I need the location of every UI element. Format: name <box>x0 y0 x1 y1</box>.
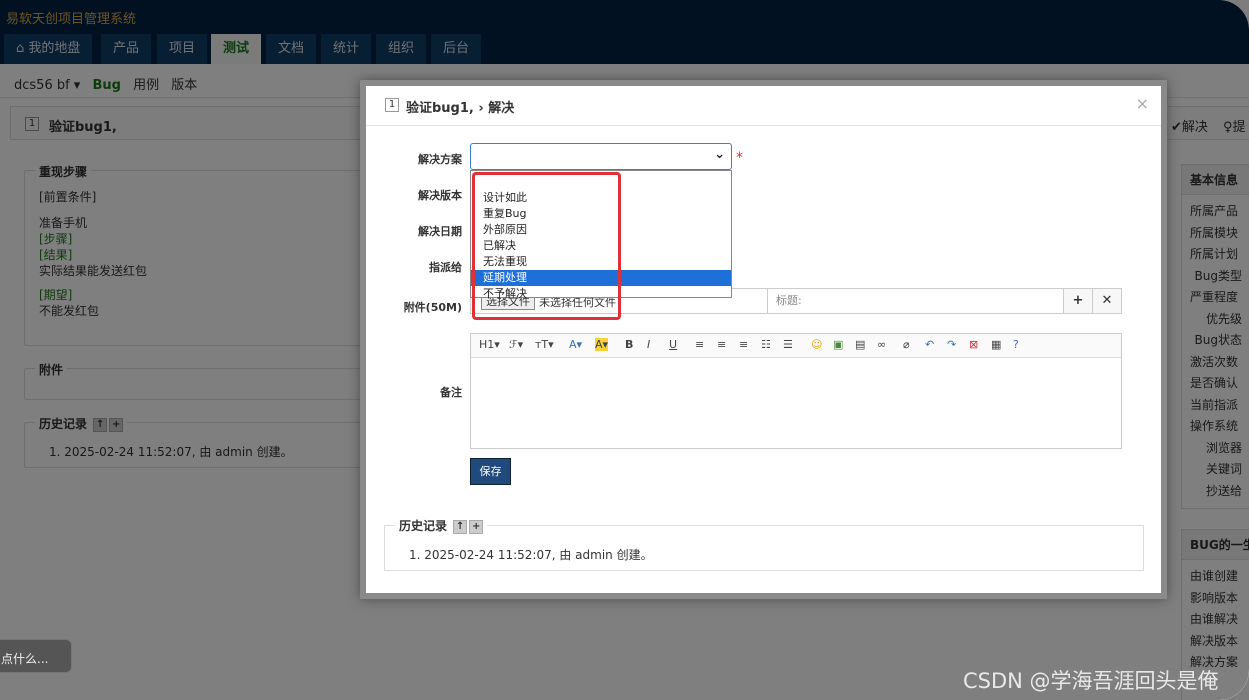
required-mark: * <box>736 150 743 166</box>
chevron-down-icon: ⌄ <box>714 147 725 162</box>
close-icon[interactable]: × <box>1136 94 1149 113</box>
italic-icon[interactable]: I <box>647 338 650 351</box>
align-left-icon[interactable]: ≡ <box>695 338 704 351</box>
font-size-icon[interactable]: ᴛT▾ <box>535 338 554 351</box>
solution-select[interactable]: ⌄ <box>470 143 732 170</box>
build-label: 解决版本 <box>418 189 462 202</box>
heading-icon[interactable]: H1▾ <box>479 338 500 351</box>
bullet-list-icon[interactable]: ☰ <box>783 338 793 351</box>
font-color-icon[interactable]: A▾ <box>569 338 582 351</box>
save-button[interactable]: 保存 <box>470 458 511 485</box>
bold-icon[interactable]: B <box>625 338 633 351</box>
remove-file-button[interactable]: ✕ <box>1092 289 1121 313</box>
align-right-icon[interactable]: ≡ <box>739 338 748 351</box>
template-icon[interactable]: ▦ <box>991 338 1001 351</box>
link-icon[interactable]: ∞ <box>877 338 886 351</box>
add-file-button[interactable]: + <box>1063 289 1092 313</box>
redo-icon[interactable]: ↷ <box>947 338 956 351</box>
dialog-history-item: 1. 2025-02-24 11:52:07, 由 admin 创建。 <box>409 548 653 562</box>
assign-label: 指派给 <box>429 261 462 274</box>
solution-label: 解决方案 <box>418 153 462 166</box>
underline-icon[interactable]: U <box>669 338 677 351</box>
resolve-dialog: 1 验证bug1, › 解决 × 解决方案 ⌄ * 设计如此 重复Bug 外部原… <box>360 80 1167 599</box>
highlight-icon[interactable]: A▾ <box>595 338 609 351</box>
code-icon[interactable]: ▤ <box>855 338 865 351</box>
highlight-annotation <box>472 172 621 320</box>
chat-toast[interactable]: 点什么... <box>0 639 72 673</box>
plus-icon[interactable]: + <box>469 519 484 534</box>
watermark: CSDN @学海吾涯回头是俺 <box>963 669 1219 693</box>
undo-icon[interactable]: ↶ <box>925 338 934 351</box>
dialog-history-legend: 历史记录 ↑ + <box>395 517 488 534</box>
files-label: 附件(50M) <box>403 301 462 314</box>
dialog-id-badge: 1 <box>385 98 399 112</box>
ordered-list-icon[interactable]: ☷ <box>761 338 771 351</box>
font-family-icon[interactable]: ℱ▾ <box>509 338 523 351</box>
image-icon[interactable]: ▣ <box>833 338 843 351</box>
eraser-icon[interactable]: ⌀ <box>903 338 910 351</box>
comment-editor[interactable]: H1▾ ℱ▾ ᴛT▾ A▾ A▾ B I U ≡ ≡ ≡ ☷ ☰ ☺ ▣ ▤ ∞… <box>470 333 1122 449</box>
dialog-header: 1 验证bug1, › 解决 × <box>366 86 1161 126</box>
comment-label: 备注 <box>440 386 462 399</box>
dialog-title: 验证bug1, › 解决 <box>406 101 515 116</box>
dialog-history: 历史记录 ↑ + 1. 2025-02-24 11:52:07, 由 admin … <box>384 517 1144 571</box>
editor-toolbar: H1▾ ℱ▾ ᴛT▾ A▾ A▾ B I U ≡ ≡ ≡ ☷ ☰ ☺ ▣ ▤ ∞… <box>471 334 1121 358</box>
arrow-up-icon[interactable]: ↑ <box>453 519 468 534</box>
date-label: 解决日期 <box>418 225 462 238</box>
file-title-input[interactable]: 标题: <box>767 289 802 313</box>
emoji-icon[interactable]: ☺ <box>811 338 822 351</box>
align-center-icon[interactable]: ≡ <box>717 338 726 351</box>
help-icon[interactable]: ? <box>1013 338 1019 351</box>
fullscreen-icon[interactable]: ⊠ <box>969 338 978 351</box>
